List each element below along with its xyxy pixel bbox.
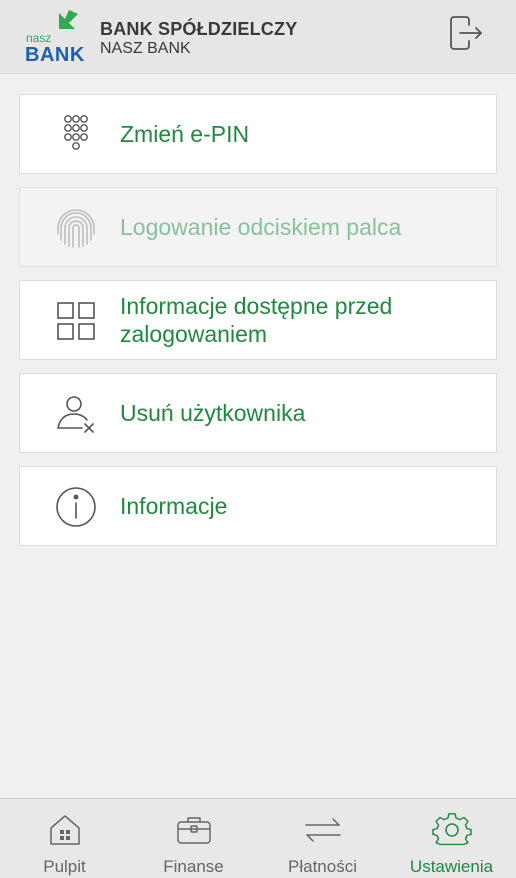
tab-label: Finanse (163, 857, 224, 876)
svg-text:BANK: BANK (25, 44, 85, 64)
menu-item-info[interactable]: Informacje (19, 466, 497, 546)
svg-text:nasz: nasz (26, 31, 51, 45)
gear-icon (431, 813, 472, 847)
menu-item-pre-login-info[interactable]: Informacje dostępne przed zalogowaniem (19, 280, 497, 360)
fingerprint-icon (54, 206, 98, 250)
logout-button[interactable] (440, 12, 490, 58)
transfer-arrows-icon (303, 813, 343, 847)
tab-ustawienia[interactable]: Ustawienia (387, 799, 516, 878)
tab-finanse[interactable]: Finanse (129, 799, 258, 878)
home-icon (45, 813, 85, 847)
menu-item-remove-user[interactable]: Usuń użytkownika (19, 373, 497, 453)
tab-pulpit[interactable]: Pulpit (0, 799, 129, 878)
bank-subname: NASZ BANK (100, 40, 191, 57)
logout-icon (445, 13, 485, 58)
app-root: nasz BANK BANK SPÓŁDZIELCZY NASZ BANK Zm… (0, 0, 516, 878)
menu-item-change-epin[interactable]: Zmień e-PIN (19, 94, 497, 174)
remove-user-icon (54, 392, 98, 436)
grid-icon (54, 299, 98, 343)
settings-menu: Zmień e-PIN Logowanie odciskiem palca In… (19, 94, 497, 559)
info-icon (54, 485, 98, 529)
tab-label: Pulpit (43, 857, 86, 876)
bank-logo: nasz BANK (25, 8, 89, 66)
briefcase-icon (174, 813, 214, 847)
menu-item-fingerprint-login: Logowanie odciskiem palca (19, 187, 497, 267)
menu-item-label: Usuń użytkownika (120, 400, 306, 426)
keypad-icon (54, 113, 98, 157)
tab-label: Płatności (288, 857, 357, 876)
menu-item-label: Informacje (120, 493, 228, 519)
tab-label: Ustawienia (409, 857, 494, 876)
menu-item-label: Logowanie odciskiem palca (120, 214, 402, 240)
header: nasz BANK BANK SPÓŁDZIELCZY NASZ BANK (0, 0, 516, 74)
bank-name: BANK SPÓŁDZIELCZY (100, 19, 298, 39)
bottom-tab-bar: Pulpit Finanse Płatności Ustawienia (0, 798, 516, 878)
menu-item-label: Zmień e-PIN (120, 121, 250, 147)
tab-platnosci[interactable]: Płatności (258, 799, 387, 878)
menu-item-label: Informacje dostępne przed zalogowaniem (120, 293, 393, 347)
